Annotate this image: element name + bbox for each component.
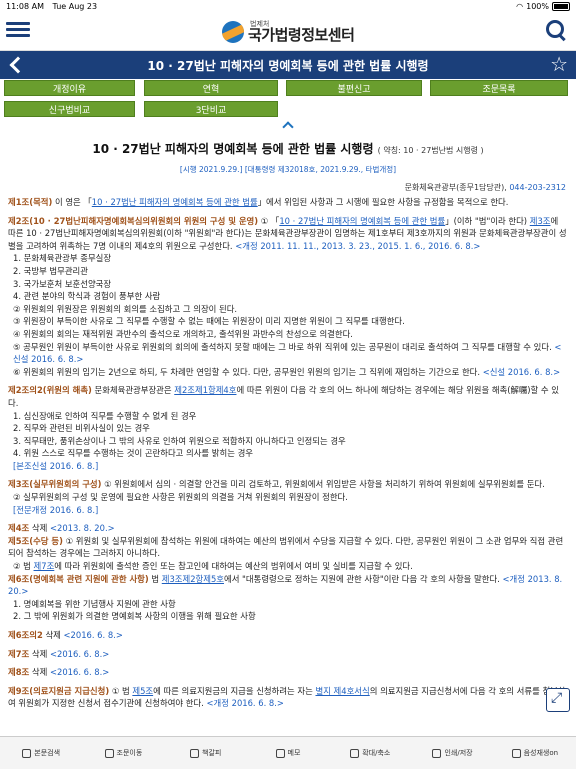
ministry-contact: 문화체육관광부(종무1담당관), 044-203-2312 [404, 183, 566, 192]
list-item: 1. 명예회복을 위한 기념행사 지원에 관한 사항 [13, 598, 176, 609]
bookmark-button[interactable]: 책갈피 [165, 737, 247, 769]
page-title: 10 · 27법난 피해자의 명예회복 등에 관한 법률 시행령 [147, 59, 429, 73]
tab-old-new-compare[interactable]: 신구법비교 [4, 101, 135, 117]
menu-icon[interactable] [6, 19, 30, 41]
amendment-note: [본조신설 2016. 6. 8.] [13, 460, 99, 471]
law-title: 10 · 27법난 피해자의 명예회복 등에 관한 법률 시행령 ( 약칭: 1… [92, 142, 484, 156]
plus-icon [104, 748, 114, 758]
list-item: 2. 그 밖에 위원회가 의결한 명예회복 사항의 이행을 위해 필요한 사항 [13, 611, 256, 622]
list-item: 2. 국방부 법무관리관 [13, 265, 88, 276]
article-7: 제7조 삭제 <2016. 6. 8.> [8, 648, 110, 659]
collapse-chevron-icon[interactable] [282, 120, 294, 130]
article-9: 제9조(의료지원금 지급신청) ① 법 제5조에 따른 의료지원금의 지급을 신… [8, 685, 566, 709]
amendment-note: [전문개정 2016. 6. 8.] [13, 504, 99, 515]
article-3: 제3조(실무위원회의 구성) ① 위원회에서 심의 · 의결할 안건을 미리 검… [8, 479, 545, 490]
paragraph: ④ 위원회의 회의는 재적위원 과반수의 출석으로 개의하고, 출석위원 과반수… [13, 328, 353, 339]
list-item: 3. 국가보훈처 보훈선양국장 [13, 278, 112, 289]
status-bar: 11:08 AM Tue Aug 23 ◠ 100% [0, 0, 576, 12]
logo-title: 국가법령정보센터 [248, 26, 355, 44]
logo-emblem-icon [222, 21, 244, 43]
list-item: 4. 위원 스스로 직무를 수행하는 것이 곤란하다고 의사를 밝히는 경우 [13, 448, 253, 459]
list-item: 1. 심신장애로 인하여 직무를 수행할 수 없게 된 경우 [13, 410, 197, 421]
bookmark-icon [190, 748, 200, 758]
list-item: 3. 직무태만, 품위손상이나 그 밖의 사유로 인하여 위원으로 적합하지 아… [13, 435, 346, 446]
tab-three-way-compare[interactable]: 3단비교 [144, 101, 278, 117]
print-icon [432, 748, 442, 758]
search-icon [22, 748, 32, 758]
search-icon[interactable] [544, 18, 568, 42]
paragraph: ② 법 제7조에 따라 위원회에 출석한 증인 또는 참고인에 대하여는 예산의… [13, 561, 413, 572]
voice-play-button[interactable]: 음성재생on [494, 737, 576, 769]
zoom-button[interactable]: 확대/축소 [329, 737, 411, 769]
article-8: 제8조 삭제 <2016. 6. 8.> [8, 667, 110, 678]
logo[interactable]: 법제처 국가법령정보센터 [222, 18, 355, 46]
article-2-2: 제2조의2(위원의 해촉) 문화체육관광부장관은 제2조제1항제4호에 따른 위… [8, 385, 559, 408]
memo-button[interactable]: 메모 [247, 737, 329, 769]
wifi-icon: ◠ [516, 1, 524, 11]
app-header: 법제처 국가법령정보센터 [0, 12, 576, 51]
paragraph: ② 실무위원회의 구성 및 운영에 필요한 사항은 위원회의 의결을 거쳐 위원… [13, 492, 348, 503]
list-item: 2. 직무와 관련된 비위사실이 있는 경우 [13, 423, 150, 434]
tab-history[interactable]: 연혁 [144, 80, 278, 96]
star-icon[interactable]: ☆ [550, 54, 568, 74]
article-2: 제2조(10 · 27법난피해자명예회복심의위원회의 위원의 구성 및 운영) … [8, 215, 567, 251]
article-5: 제5조(수당 등) ① 위원회 및 실무위원회에 참석하는 위원에 대하여는 예… [8, 535, 564, 559]
speaker-icon [511, 748, 521, 758]
status-date: Tue Aug 23 [52, 1, 98, 11]
articles: 제1조(목적) 이 영은 「10 · 27법난 피해자의 명예회복 등에 관한 … [8, 196, 568, 710]
list-item: 4. 관련 분야의 학식과 경험이 풍부한 사람 [13, 291, 161, 302]
tab-complaint[interactable]: 불편신고 [286, 80, 422, 96]
tab-article-list[interactable]: 조문목록 [430, 80, 568, 96]
law-content[interactable]: 10 · 27법난 피해자의 명예회복 등에 관한 법률 시행령 ( 약칭: 1… [0, 132, 576, 736]
print-save-button[interactable]: 인쇄/저장 [411, 737, 493, 769]
article-4: 제4조 삭제 <2013. 8. 20.> [8, 523, 115, 534]
paragraph: ⑤ 공무원인 위원이 부득이한 사유로 위원회의 회의에 출석하지 못할 때에는… [13, 341, 562, 365]
bottom-toolbar: 본문검색 조문이동 책갈피 메모 확대/축소 인쇄/저장 음성재생on [0, 736, 576, 769]
zoom-icon [350, 748, 360, 758]
memo-icon [275, 748, 285, 758]
tab-revision-reason[interactable]: 개정이유 [4, 80, 135, 96]
expand-icon[interactable] [546, 688, 570, 712]
battery-icon [552, 1, 570, 11]
battery-percent: 100% [526, 1, 549, 11]
article-move-button[interactable]: 조문이동 [82, 737, 164, 769]
ministry-phone[interactable]: 044-203-2312 [509, 183, 566, 192]
paragraph: ③ 위원장이 부득이한 사유로 그 직무를 수행할 수 없는 때에는 위원장이 … [13, 316, 405, 327]
article-1: 제1조(목적) 이 영은 「10 · 27법난 피해자의 명예회복 등에 관한 … [8, 197, 509, 207]
body-search-button[interactable]: 본문검색 [0, 737, 82, 769]
law-abbreviation: ( 약칭: 10 · 27법난법 시행령 ) [377, 146, 484, 155]
article-6-2: 제6조의2 삭제 <2016. 6. 8.> [8, 630, 123, 640]
list-item: 1. 문화체육관광부 종무실장 [13, 253, 112, 264]
status-time: 11:08 AM [6, 1, 44, 11]
article-6: 제6조(명예회복 관련 지원에 관한 사항) 법 제3조제2항제5호에서 "대통… [8, 573, 563, 597]
title-bar: 10 · 27법난 피해자의 명예회복 등에 관한 법률 시행령 ☆ [0, 51, 576, 79]
enforcement-info[interactable]: [시행 2021.9.29.] [대통령령 제32018호, 2021.9.29… [0, 164, 576, 175]
paragraph: ⑥ 위원회의 위원의 임기는 2년으로 하되, 두 차례만 연임할 수 있다. … [13, 366, 561, 377]
paragraph: ② 위원회의 위원장은 위원회의 회의를 소집하고 그 의장이 된다. [13, 303, 238, 314]
tab-bar: 개정이유 연혁 불편신고 조문목록 신구법비교 3단비교 [0, 80, 576, 120]
